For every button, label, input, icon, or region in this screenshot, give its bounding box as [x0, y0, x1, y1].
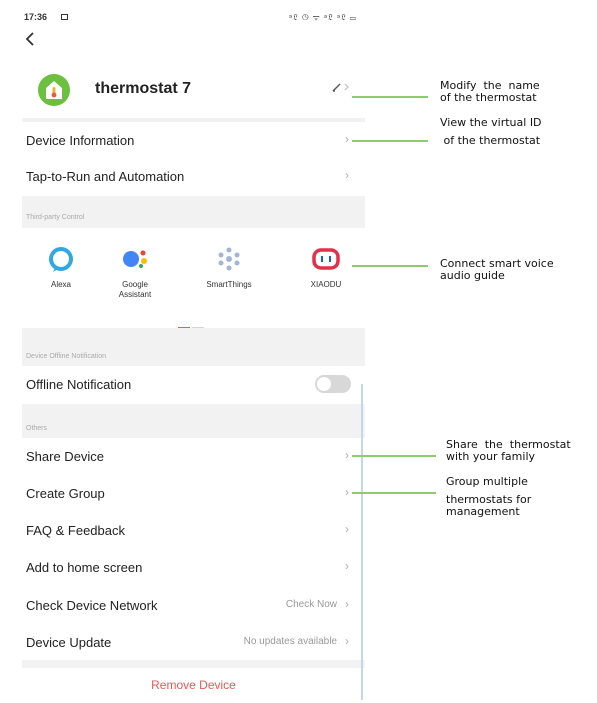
- home-thermometer-icon: [46, 81, 62, 99]
- callout-text-line: with your family: [446, 450, 536, 463]
- section-label: Third-party Control: [26, 214, 85, 221]
- row-label: Device Update: [26, 635, 112, 650]
- device-logo: [38, 74, 70, 106]
- row-label: Create Group: [26, 486, 105, 501]
- pencil-icon: [332, 83, 349, 92]
- alexa-item[interactable]: Alexa: [26, 244, 96, 290]
- device-header: thermostat 7: [22, 72, 365, 108]
- callout-text-line: of the thermostat: [440, 91, 537, 104]
- scrollbar[interactable]: [361, 384, 363, 700]
- row-label: Tap-to-Run and Automation: [26, 169, 185, 184]
- row-label: FAQ & Feedback: [26, 523, 125, 538]
- callout-text-line: management: [446, 505, 520, 518]
- section-label: Others: [26, 425, 48, 432]
- callout-voice: Connect smart voice audio guide: [440, 258, 554, 282]
- callout-text-line: audio guide: [440, 269, 505, 282]
- xiaodu-icon: [311, 244, 341, 274]
- check-device-network-row[interactable]: Check Device Network Check Now ›: [22, 587, 365, 623]
- status-bar: 17:36 ᵊ𝔏 ◷ ᯤ ᵊ𝔏 ᵊ𝔏 ▭: [22, 12, 365, 26]
- chevron-right-icon: ›: [345, 522, 349, 536]
- smartthings-icon: [214, 244, 244, 274]
- callout-text-line: of the thermostat: [440, 134, 541, 147]
- tp-label: SmartThings: [206, 280, 252, 289]
- section-label: Device Offline Notification: [26, 353, 107, 360]
- third-party-section-header: Third-party Control: [22, 196, 365, 228]
- offline-notification-row: Offline Notification: [22, 366, 365, 402]
- chevron-right-icon: ›: [345, 485, 349, 499]
- callout-line-voice: [352, 265, 428, 267]
- divider: [22, 660, 365, 668]
- google-assistant-icon: [120, 244, 150, 274]
- callout-line-share: [352, 455, 436, 457]
- chevron-left-icon: [25, 32, 34, 46]
- back-button[interactable]: [24, 30, 44, 52]
- alexa-icon: [46, 244, 76, 274]
- callout-group: Group multiple thermostats for managemen…: [446, 476, 531, 518]
- chevron-right-icon: ›: [345, 597, 349, 611]
- smartthings-item[interactable]: SmartThings: [194, 244, 264, 290]
- update-status-value: No updates available: [243, 636, 337, 647]
- tp-label: Alexa: [50, 280, 71, 289]
- callout-rename: Modify the name of the thermostat: [440, 80, 540, 104]
- device-name: thermostat 7: [95, 80, 192, 97]
- phone-screen: 17:36 ᵊ𝔏 ◷ ᯤ ᵊ𝔏 ᵊ𝔏 ▭ thermostat 7 Device…: [22, 0, 365, 703]
- callout-device-info: View the virtual ID of the thermostat: [440, 117, 542, 147]
- faq-feedback-row[interactable]: FAQ & Feedback ›: [22, 512, 365, 548]
- chevron-right-icon: ›: [345, 634, 349, 648]
- tp-label: XIAODU: [310, 280, 342, 289]
- row-label: Share Device: [26, 449, 105, 464]
- row-label: Offline Notification: [26, 377, 132, 392]
- add-to-home-screen-row[interactable]: Add to home screen ›: [22, 549, 365, 585]
- xiaodu-item[interactable]: XIAODU: [291, 244, 361, 290]
- device-update-row[interactable]: Device Update No updates available ›: [22, 624, 365, 660]
- notification-icon: [61, 14, 68, 20]
- callout-text-line: View the virtual ID: [440, 116, 542, 129]
- check-now-value: Check Now: [285, 599, 337, 610]
- google-assistant-item[interactable]: Google Assistant: [100, 244, 170, 300]
- offline-section-header: Device Offline Notification: [22, 328, 365, 366]
- callout-line-group: [352, 492, 436, 494]
- callout-line-rename: [352, 96, 428, 98]
- others-section-header: Others: [22, 404, 365, 438]
- callout-text-line: Group multiple: [446, 475, 528, 488]
- row-label: Check Device Network: [26, 598, 158, 613]
- chevron-right-icon: ›: [345, 448, 349, 462]
- toggle-knob: [317, 377, 331, 391]
- create-group-row[interactable]: Create Group ›: [22, 475, 365, 511]
- callout-share: Share the thermostat with your family: [446, 439, 571, 463]
- third-party-control: Alexa Google Assistant SmartThings XIAOD…: [22, 228, 365, 329]
- status-time: 17:36: [24, 12, 48, 22]
- remove-device-button[interactable]: Remove Device: [22, 670, 365, 700]
- chevron-right-icon: ›: [345, 132, 349, 146]
- chevron-right-icon: ›: [345, 559, 349, 573]
- status-icons: ᵊ𝔏 ◷ ᯤ ᵊ𝔏 ᵊ𝔏 ▭: [289, 13, 357, 22]
- share-device-row[interactable]: Share Device ›: [22, 438, 365, 474]
- tp-label: Google Assistant: [118, 280, 152, 299]
- callout-line-device-info: [352, 140, 428, 142]
- tap-to-run-row[interactable]: Tap-to-Run and Automation ›: [22, 158, 365, 194]
- chevron-right-icon: ›: [345, 168, 349, 182]
- offline-notification-toggle[interactable]: [315, 375, 351, 393]
- row-label: Device Information: [26, 133, 135, 148]
- row-label: Add to home screen: [26, 560, 143, 575]
- device-information-row[interactable]: Device Information ›: [22, 122, 365, 158]
- edit-name-button[interactable]: [331, 81, 351, 96]
